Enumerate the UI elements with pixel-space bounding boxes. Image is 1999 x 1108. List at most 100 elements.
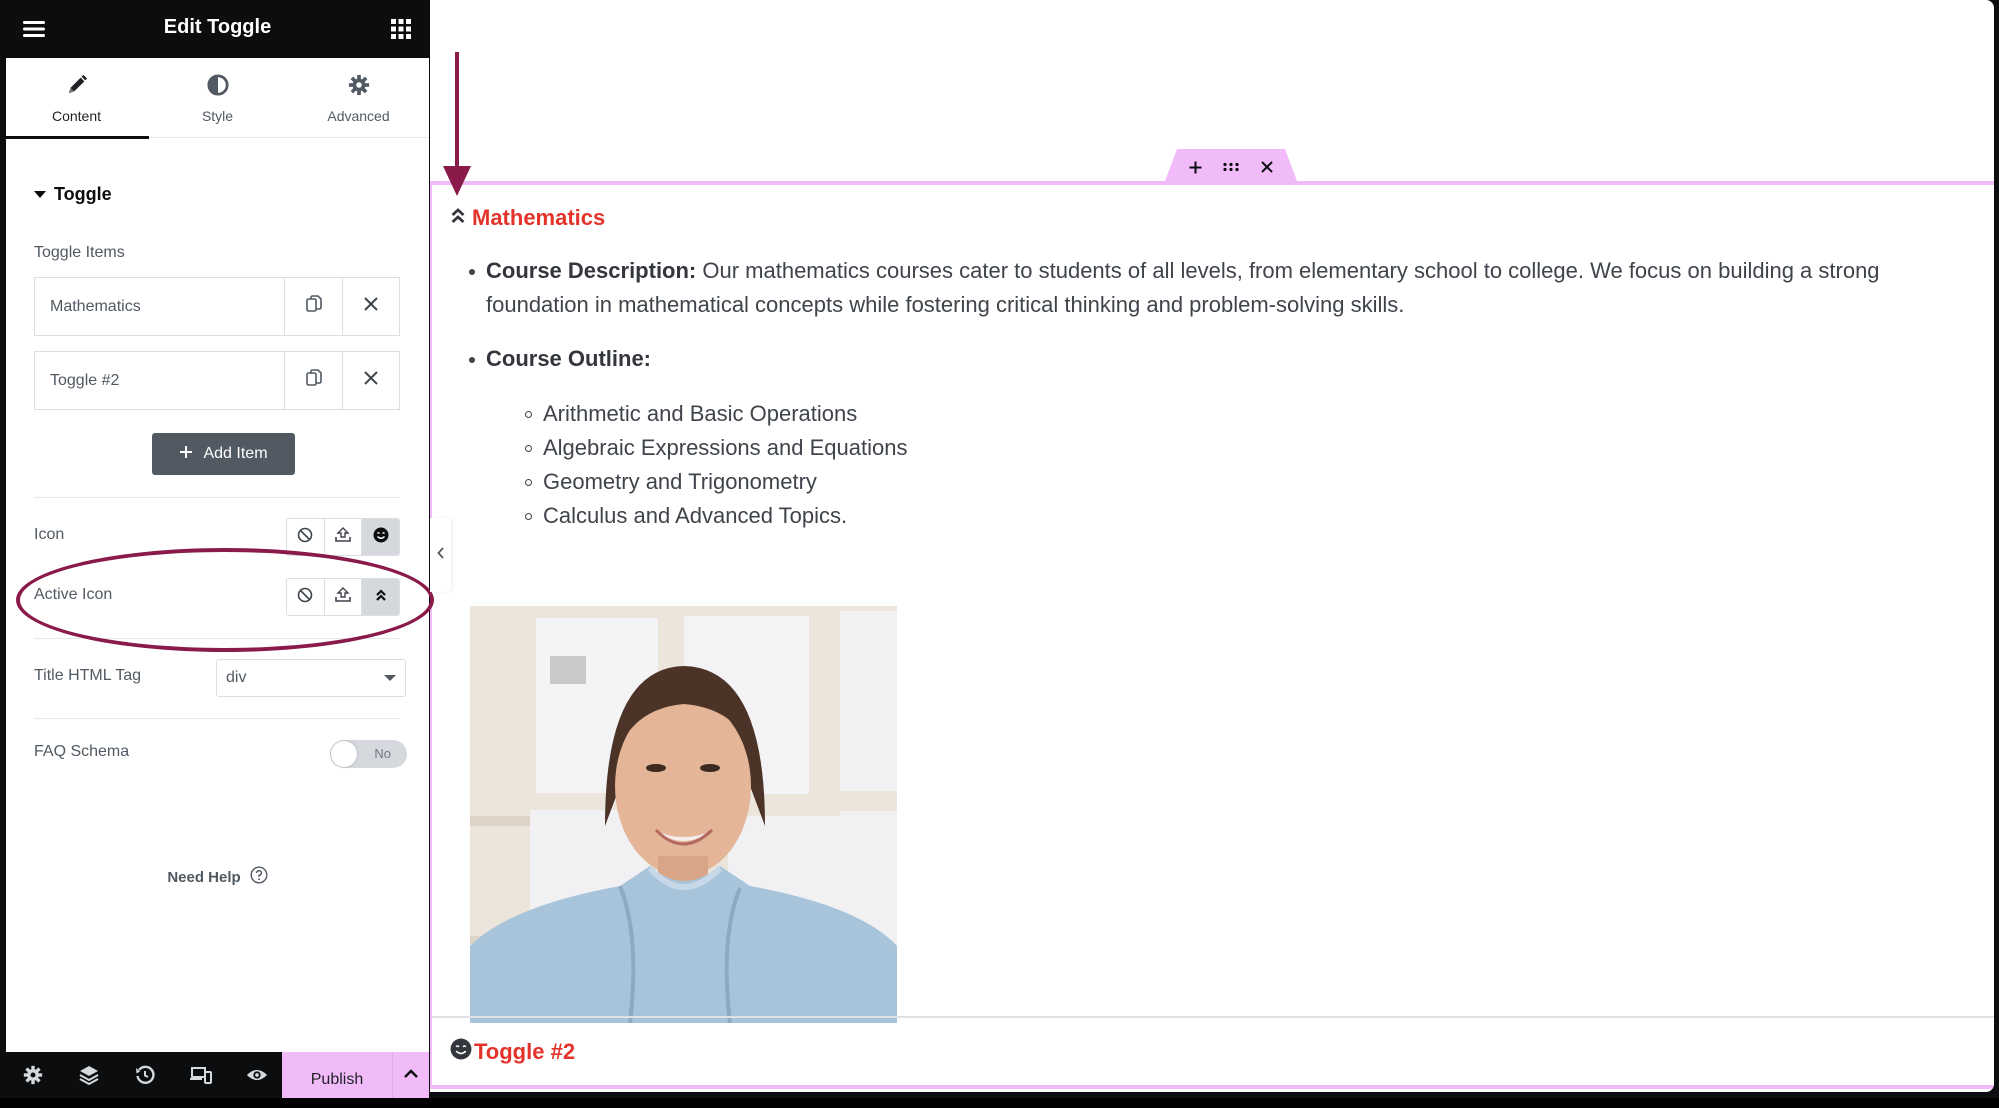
panel-tabs: Content Style Advanced bbox=[6, 58, 429, 139]
angle-double-up-icon bbox=[450, 205, 466, 231]
upload-icon bbox=[334, 586, 352, 609]
angle-double-up-icon bbox=[374, 588, 388, 607]
panel-header: Edit Toggle bbox=[6, 0, 429, 58]
chevron-left-icon bbox=[436, 546, 445, 564]
section-toggle-header[interactable]: Toggle bbox=[34, 184, 112, 205]
divider bbox=[34, 638, 400, 639]
title-html-tag-label: Title HTML Tag bbox=[34, 667, 141, 684]
plus-icon bbox=[179, 445, 193, 464]
repeater-item-title[interactable]: Mathematics bbox=[35, 278, 285, 335]
faq-schema-label: FAQ Schema bbox=[34, 743, 130, 760]
tab-label: Style bbox=[201, 108, 234, 124]
tab-advanced[interactable]: Advanced bbox=[288, 58, 429, 138]
toggle-title-text: Toggle #2 bbox=[474, 1039, 576, 1064]
icon-option-none[interactable] bbox=[287, 519, 324, 555]
faq-schema-switch[interactable]: No bbox=[330, 740, 407, 768]
close-icon[interactable] bbox=[1259, 159, 1275, 175]
divider bbox=[34, 718, 400, 719]
outline-label: Course Outline: bbox=[486, 346, 652, 371]
list-item: Course Outline: bbox=[468, 342, 652, 376]
remove-item-button[interactable] bbox=[342, 278, 399, 335]
repeater-item: Mathematics bbox=[34, 277, 400, 336]
annotation-arrow bbox=[455, 52, 459, 170]
annotation-arrow-head bbox=[443, 166, 471, 196]
repeater-item: Toggle #2 bbox=[34, 351, 400, 410]
active-icon-option-none[interactable] bbox=[287, 579, 324, 615]
layers-icon[interactable] bbox=[78, 1064, 100, 1086]
icon-option-upload[interactable] bbox=[323, 519, 362, 555]
outline-item: Geometry and Trigonometry bbox=[525, 465, 817, 499]
add-icon[interactable] bbox=[1187, 159, 1203, 175]
panel-footer: Publish bbox=[6, 1052, 429, 1098]
active-icon-option-library[interactable] bbox=[361, 579, 399, 615]
responsive-devices-icon[interactable] bbox=[190, 1064, 212, 1086]
tab-label: Advanced bbox=[327, 108, 390, 124]
toggle-title-toggle-2[interactable]: Toggle #2 bbox=[450, 1038, 575, 1066]
preview-canvas: Mathematics Course Description: Our math… bbox=[430, 0, 1994, 1092]
half-circle-contrast-icon bbox=[147, 74, 288, 96]
title-html-tag-select[interactable]: div bbox=[216, 659, 406, 697]
duplicate-item-button[interactable] bbox=[285, 352, 342, 409]
close-icon bbox=[364, 371, 378, 390]
active-icon-chooser bbox=[286, 578, 400, 616]
add-item-button[interactable]: Add Item bbox=[152, 433, 295, 475]
history-icon[interactable] bbox=[134, 1064, 156, 1086]
smiley-icon bbox=[450, 1038, 472, 1066]
upload-icon bbox=[334, 526, 352, 549]
smiley-icon bbox=[373, 527, 389, 548]
widget-toolbar bbox=[1165, 149, 1297, 181]
tab-content[interactable]: Content bbox=[6, 58, 149, 139]
repeater-item-title[interactable]: Toggle #2 bbox=[35, 352, 285, 409]
need-help-link[interactable]: Need Help bbox=[6, 866, 429, 888]
screen: Edit Toggle Content Style Advanced Toggl… bbox=[0, 0, 1999, 1098]
switch-state-label: No bbox=[374, 746, 391, 761]
widgets-grid-icon[interactable] bbox=[389, 17, 413, 41]
section-title: Toggle bbox=[54, 184, 112, 204]
none-icon bbox=[297, 587, 313, 608]
dropdown-caret-icon bbox=[384, 675, 396, 681]
description-label: Course Description: bbox=[486, 258, 697, 283]
preview-eye-icon[interactable] bbox=[246, 1064, 268, 1086]
editor-panel: Edit Toggle Content Style Advanced Toggl… bbox=[6, 0, 429, 1098]
pencil-icon bbox=[6, 74, 147, 96]
switch-knob bbox=[331, 741, 357, 767]
caret-down-icon bbox=[34, 191, 46, 198]
active-icon-label: Active Icon bbox=[34, 586, 113, 603]
selected-value: div bbox=[226, 669, 247, 686]
icon-label: Icon bbox=[34, 526, 65, 543]
collapse-panel-handle[interactable] bbox=[430, 518, 451, 592]
add-item-label: Add Item bbox=[203, 445, 268, 462]
duplicate-item-button[interactable] bbox=[285, 278, 342, 335]
close-icon bbox=[364, 297, 378, 316]
outline-item: Arithmetic and Basic Operations bbox=[524, 397, 857, 431]
remove-item-button[interactable] bbox=[342, 352, 399, 409]
settings-gear-icon[interactable] bbox=[22, 1064, 44, 1086]
list-item: Course Description: Our mathematics cour… bbox=[469, 254, 1980, 322]
toggle-title-text: Mathematics bbox=[472, 205, 606, 230]
icon-chooser bbox=[286, 518, 400, 556]
tab-label: Content bbox=[51, 108, 102, 124]
outline-item: Algebraic Expressions and Equations bbox=[524, 431, 907, 465]
description-text: Our mathematics courses cater to student… bbox=[486, 258, 1880, 317]
need-help-label: Need Help bbox=[167, 868, 241, 886]
toggle-title-mathematics[interactable]: Mathematics bbox=[450, 205, 605, 231]
active-icon-option-upload[interactable] bbox=[323, 579, 362, 615]
portrait-photo bbox=[470, 606, 897, 1023]
question-circle-icon bbox=[250, 866, 268, 888]
copy-icon bbox=[305, 295, 322, 318]
copy-icon bbox=[305, 369, 322, 392]
panel-title: Edit Toggle bbox=[163, 16, 272, 38]
outline-item: Calculus and Advanced Topics. bbox=[524, 499, 847, 533]
chevron-up-icon bbox=[403, 1066, 419, 1084]
divider bbox=[34, 497, 400, 498]
publish-button[interactable]: Publish bbox=[282, 1052, 392, 1098]
drag-handle-icon[interactable] bbox=[1223, 159, 1239, 175]
toggle-items-label: Toggle Items bbox=[34, 244, 125, 261]
publish-options-button[interactable] bbox=[392, 1052, 429, 1098]
tab-style[interactable]: Style bbox=[147, 58, 288, 138]
icon-option-library[interactable] bbox=[361, 519, 399, 555]
toggle-widget: Mathematics Course Description: Our math… bbox=[430, 181, 1994, 1089]
gear-icon bbox=[288, 74, 429, 96]
toggle-divider bbox=[432, 1016, 1994, 1018]
none-icon bbox=[297, 527, 313, 548]
